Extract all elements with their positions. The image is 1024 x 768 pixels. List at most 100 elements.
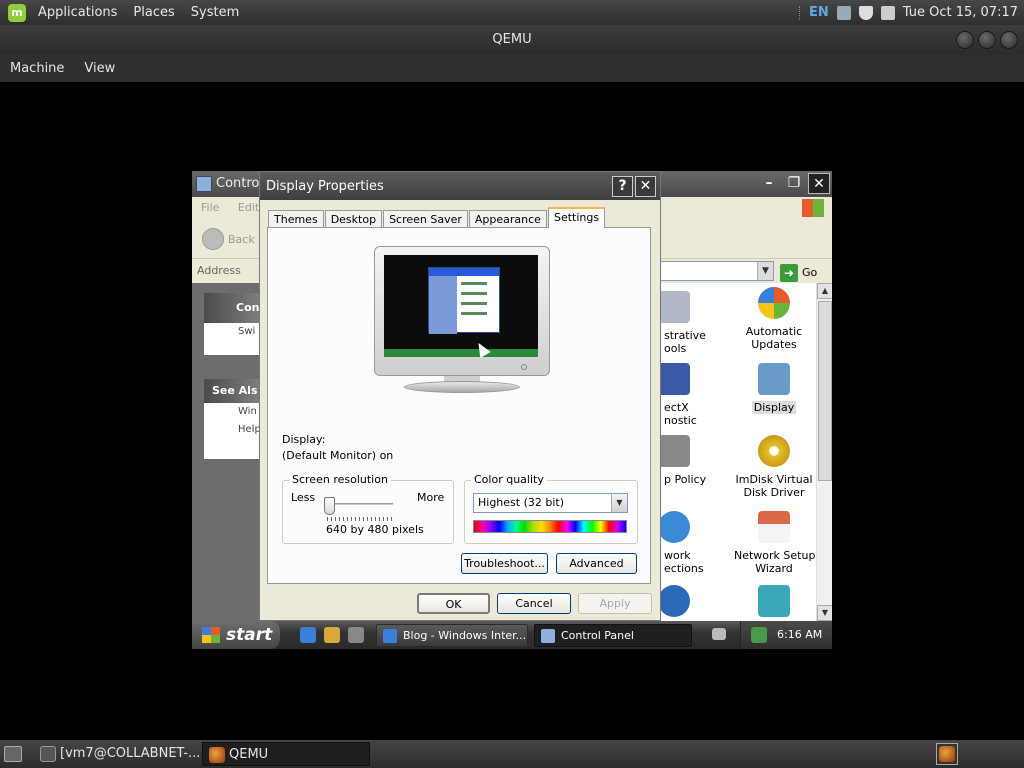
qemu-icon xyxy=(209,747,225,763)
system-menu[interactable]: System xyxy=(183,5,247,20)
directx-item[interactable]: ectX nostic xyxy=(658,363,744,427)
guest-screen[interactable]: Control – ❐ ✕ File Edit Back Address ▼ ➜… xyxy=(192,171,832,649)
control-panel-task-box: Con Swi xyxy=(204,293,262,355)
dialog-close-button[interactable]: ✕ xyxy=(635,176,656,197)
applications-menu[interactable]: Applications xyxy=(30,5,125,20)
minimize-button[interactable] xyxy=(956,31,974,49)
more-label: More xyxy=(417,491,445,504)
scroll-thumb[interactable] xyxy=(818,301,832,481)
administrative-tools-item[interactable]: strative ools xyxy=(658,291,744,355)
address-dropdown-icon[interactable]: ▼ xyxy=(757,262,773,280)
network-tray-icon[interactable] xyxy=(751,627,767,643)
be-quicklaunch-icon[interactable] xyxy=(348,627,364,643)
go-button[interactable]: ➜ Go xyxy=(780,261,817,285)
volume-icon[interactable] xyxy=(880,5,895,20)
cp-minimize-button[interactable]: – xyxy=(758,173,780,194)
shield-icon[interactable] xyxy=(858,5,873,20)
admin-tools-icon xyxy=(658,291,690,323)
globe-icon xyxy=(658,585,690,617)
automatic-updates-item[interactable]: Automatic Updates xyxy=(734,287,814,351)
maximize-button[interactable] xyxy=(978,31,996,49)
color-quality-value: Highest (32 bit) xyxy=(478,496,565,509)
switch-view-link[interactable]: Swi xyxy=(204,323,262,341)
display-icon xyxy=(758,363,790,395)
cp-restore-button[interactable]: ❐ xyxy=(783,173,805,194)
windows-update-link[interactable]: Win xyxy=(204,403,262,421)
desktop: m Applications Places System EN Tue Oct … xyxy=(0,0,1024,768)
control-panel-icon xyxy=(196,176,212,192)
cp-close-button[interactable]: ✕ xyxy=(808,173,830,194)
panel-task-terminal[interactable]: [vm7@COLLABNET-... xyxy=(34,742,202,766)
network-connections-item[interactable]: work ections xyxy=(658,511,744,575)
cancel-button[interactable]: Cancel xyxy=(497,593,571,614)
start-button[interactable]: start xyxy=(192,621,280,649)
help-link[interactable]: Help xyxy=(204,421,262,439)
workspace-switcher[interactable] xyxy=(936,743,958,765)
see-also-box: See Als Win Help xyxy=(204,379,262,459)
scroll-down-icon[interactable]: ▼ xyxy=(817,605,832,621)
ok-button[interactable]: OK xyxy=(417,593,490,614)
tab-appearance[interactable]: Appearance xyxy=(468,210,547,228)
monitor-preview xyxy=(374,246,550,394)
item-label: Network Setup Wizard xyxy=(734,549,816,575)
network-setup-item[interactable]: Network Setup Wizard xyxy=(734,511,816,575)
tab-desktop[interactable]: Desktop xyxy=(324,210,383,228)
panel-task-qemu[interactable]: QEMU xyxy=(202,742,370,766)
resolution-value: 640 by 480 pixels xyxy=(326,523,424,536)
resolution-slider-track[interactable] xyxy=(333,503,393,506)
advanced-button[interactable]: Advanced xyxy=(556,553,637,574)
tab-themes[interactable]: Themes xyxy=(268,210,324,228)
item-label: strative ools xyxy=(664,329,706,355)
dialog-titlebar[interactable]: Display Properties ? ✕ xyxy=(260,172,660,200)
back-arrow-icon xyxy=(202,228,224,250)
screen-resolution-label: Screen resolution xyxy=(289,473,391,486)
machine-menu[interactable]: Machine xyxy=(0,61,74,76)
taskbar-item-control-panel[interactable]: Control Panel xyxy=(534,624,692,647)
back-button[interactable]: Back xyxy=(202,228,255,250)
resolution-slider-thumb[interactable] xyxy=(324,497,335,515)
places-menu[interactable]: Places xyxy=(125,5,182,20)
group-policy-item[interactable]: p Policy xyxy=(658,435,744,486)
tab-screen-saver[interactable]: Screen Saver xyxy=(383,210,468,228)
task-pane: Con Swi See Als Win Help xyxy=(192,283,262,621)
ie-quicklaunch-icon[interactable] xyxy=(300,627,316,643)
scroll-up-icon[interactable]: ▲ xyxy=(817,283,832,299)
ie-icon xyxy=(383,629,397,643)
color-spectrum-bar xyxy=(473,520,627,533)
view-menu[interactable]: View xyxy=(74,61,125,76)
apply-button[interactable]: Apply xyxy=(578,593,652,614)
xp-clock[interactable]: 6:16 AM xyxy=(777,628,822,641)
network-setup-icon xyxy=(758,511,790,543)
help-button[interactable]: ? xyxy=(612,176,633,197)
color-quality-select[interactable]: Highest (32 bit) ▼ xyxy=(473,493,628,513)
preview-taskbar xyxy=(384,349,538,357)
keyboard-layout-indicator[interactable]: EN xyxy=(809,5,829,20)
network-icon[interactable] xyxy=(836,5,851,20)
keyboard-icon[interactable] xyxy=(712,628,726,640)
panel-task-label: [vm7@COLLABNET-... xyxy=(60,746,201,761)
taskbar-item-blog[interactable]: Blog - Windows Inter... xyxy=(376,624,528,647)
clock[interactable]: Tue Oct 15, 07:17 xyxy=(903,5,1018,20)
edit-menu[interactable]: Edit xyxy=(238,201,259,214)
imdisk-item[interactable]: ImDisk Virtual Disk Driver xyxy=(734,435,814,499)
xp-notification-area: 6:16 AM xyxy=(740,621,832,649)
windows-flag-icon xyxy=(202,627,220,643)
vertical-scrollbar[interactable]: ▲ ▼ xyxy=(816,283,832,621)
panel-task-label: QEMU xyxy=(229,747,269,762)
display-item[interactable]: Display xyxy=(734,363,814,414)
partial-item[interactable] xyxy=(658,585,744,623)
media-quicklaunch-icon[interactable] xyxy=(324,627,340,643)
qemu-menubar: Machine View xyxy=(0,55,1024,82)
item-label: ImDisk Virtual Disk Driver xyxy=(735,473,813,499)
show-desktop-icon[interactable] xyxy=(4,746,22,762)
top-panel: m Applications Places System EN Tue Oct … xyxy=(0,0,1024,25)
close-button[interactable] xyxy=(1000,31,1018,49)
settings-panel: Display: (Default Monitor) on Screen res… xyxy=(267,227,651,584)
address-input[interactable]: ▼ xyxy=(660,261,774,281)
chevron-down-icon[interactable]: ▼ xyxy=(611,494,627,512)
mint-logo-icon[interactable]: m xyxy=(8,3,26,22)
troubleshoot-button[interactable]: Troubleshoot... xyxy=(461,553,548,574)
file-menu[interactable]: File xyxy=(201,201,219,214)
partial-item[interactable] xyxy=(734,585,814,623)
tab-settings[interactable]: Settings xyxy=(547,207,606,228)
